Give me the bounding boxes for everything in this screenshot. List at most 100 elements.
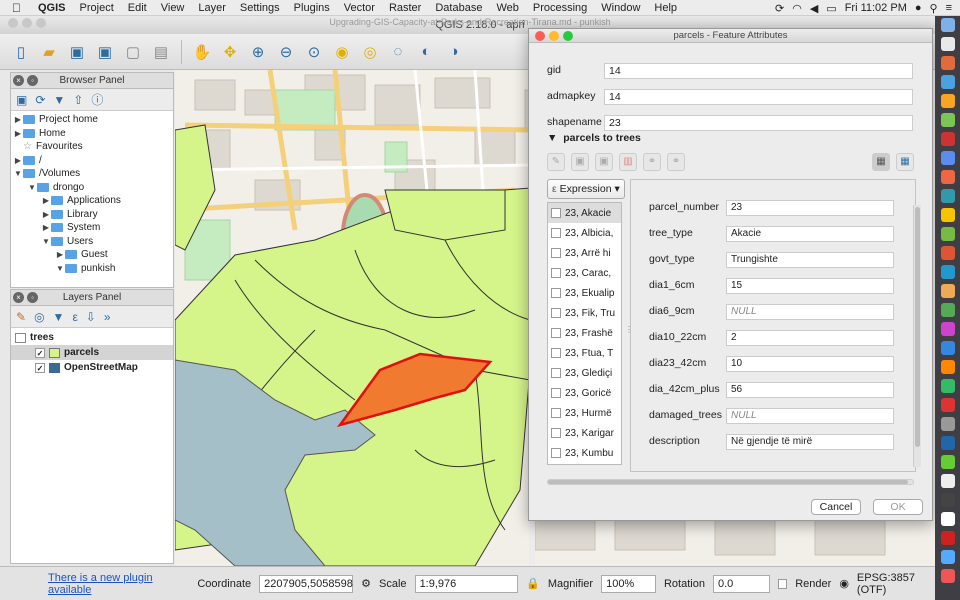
save-project-icon[interactable]: ▣ — [66, 41, 88, 63]
float-panel-icon[interactable]: ◦ — [27, 292, 38, 303]
expand-arrow-icon[interactable]: ▶ — [55, 248, 65, 262]
dock-app-icon[interactable] — [940, 18, 955, 32]
browser-item[interactable]: ▶ Guest — [13, 248, 173, 262]
relation-header[interactable]: ▼ parcels to trees — [547, 132, 641, 144]
record-list-item[interactable]: 23, Carac, — [548, 263, 621, 283]
record-checkbox[interactable] — [551, 328, 561, 338]
dock-app-icon[interactable] — [940, 113, 955, 127]
record-field-input[interactable]: Akacie — [726, 226, 894, 242]
zoom-icon[interactable] — [36, 18, 46, 28]
record-checkbox[interactable] — [551, 368, 561, 378]
dock-app-icon[interactable] — [940, 303, 955, 317]
crs-icon[interactable]: ◉ — [839, 577, 849, 590]
close-panel-icon[interactable]: × — [13, 75, 24, 86]
expand-arrow-icon[interactable]: ▼ — [55, 262, 65, 276]
add-layer-icon[interactable]: ▣ — [16, 93, 27, 107]
dock-app-icon[interactable] — [940, 132, 955, 146]
dock-app-icon[interactable] — [940, 189, 955, 203]
info-icon[interactable]: ⓘ — [91, 91, 103, 108]
refresh-icon[interactable]: ⟳ — [35, 93, 45, 107]
close-icon[interactable] — [535, 31, 545, 41]
record-list-item[interactable]: 23, Goricë — [548, 383, 621, 403]
record-list-item[interactable]: 23, Frashë — [548, 323, 621, 343]
expression-button[interactable]: ε Expression ▾ — [547, 179, 625, 199]
wifi-icon[interactable]: ◠ — [792, 2, 802, 15]
zoom-last-icon[interactable]: ◐ — [415, 41, 437, 63]
record-field-input[interactable]: NULL — [726, 408, 894, 424]
record-checkbox[interactable] — [551, 428, 561, 438]
browser-item[interactable]: ▼ punkish — [13, 262, 173, 276]
layer-item[interactable]: ✓ parcels — [11, 345, 173, 360]
new-print-composer-icon[interactable]: ▢ — [122, 41, 144, 63]
horizontal-scrollbar[interactable] — [547, 479, 914, 485]
record-checkbox[interactable] — [551, 308, 561, 318]
add-feature-icon[interactable]: ▣ — [595, 153, 613, 171]
splitter-handle[interactable]: ⋮ — [625, 325, 633, 335]
dock-app-icon[interactable] — [940, 246, 955, 260]
browser-item[interactable]: ▶ Project home — [13, 113, 173, 127]
collapse-icon[interactable]: ⇧ — [73, 93, 83, 107]
zoom-native-icon[interactable]: ⊙ — [303, 41, 325, 63]
link-icon[interactable]: ⚭ — [643, 153, 661, 171]
dock-app-icon[interactable] — [940, 75, 955, 89]
expand-all-icon[interactable]: ⇩ — [86, 310, 96, 324]
zoom-in-icon[interactable]: ⊕ — [247, 41, 269, 63]
menu-view[interactable]: View — [154, 2, 192, 14]
layer-item[interactable]: ✓ OpenStreetMap — [11, 360, 173, 375]
composer-manager-icon[interactable]: ▤ — [150, 41, 172, 63]
record-field-input[interactable]: 2 — [726, 330, 894, 346]
record-checkbox[interactable] — [551, 408, 561, 418]
dock-app-icon[interactable] — [940, 512, 955, 526]
browser-item[interactable]: ▼ Users — [13, 235, 173, 249]
menu-settings[interactable]: Settings — [233, 2, 287, 14]
record-field-input[interactable]: 23 — [726, 200, 894, 216]
menu-processing[interactable]: Processing — [526, 2, 594, 14]
layer-item[interactable]: trees — [11, 330, 173, 345]
dock-app-icon[interactable] — [940, 436, 955, 450]
record-list-item[interactable]: 23, Kumbu — [548, 443, 621, 463]
record-list-item[interactable]: 23, Karigar — [548, 423, 621, 443]
dock-app-icon[interactable] — [940, 398, 955, 412]
menu-list-icon[interactable]: ≡ — [946, 2, 952, 14]
expand-arrow-icon[interactable]: ▶ — [41, 221, 51, 235]
user-icon[interactable]: ● — [915, 2, 922, 14]
dock-app-icon[interactable] — [940, 265, 955, 279]
dock-app-icon[interactable] — [940, 379, 955, 393]
expand-arrow-icon[interactable]: ▼ — [13, 167, 23, 181]
menu-layer[interactable]: Layer — [191, 2, 233, 14]
menu-vector[interactable]: Vector — [337, 2, 382, 14]
dock-app-icon[interactable] — [940, 569, 955, 583]
unlink-icon[interactable]: ⚭ — [667, 153, 685, 171]
filter-legend-icon[interactable]: ▼ — [53, 310, 65, 324]
zoom-next-icon[interactable]: ◑ — [443, 41, 465, 63]
minimize-icon[interactable] — [549, 31, 559, 41]
dock-app-icon[interactable] — [940, 417, 955, 431]
browser-item[interactable]: ▶ / — [13, 154, 173, 168]
menu-project[interactable]: Project — [73, 2, 121, 14]
form-view-icon[interactable]: ▦ — [872, 153, 890, 171]
dock-app-icon[interactable] — [940, 227, 955, 241]
record-list-item[interactable]: 23, Ekualip — [548, 283, 621, 303]
browser-item[interactable]: ▼ drongo — [13, 181, 173, 195]
apple-icon[interactable]:  — [0, 1, 31, 15]
dock-app-icon[interactable] — [940, 455, 955, 469]
menu-help[interactable]: Help — [647, 2, 684, 14]
record-list-item[interactable]: 23, Arrë hi — [548, 243, 621, 263]
dock-app-icon[interactable] — [940, 493, 955, 507]
menu-raster[interactable]: Raster — [382, 2, 428, 14]
layer-visibility-checkbox[interactable]: ✓ — [35, 362, 45, 373]
dock-app-icon[interactable] — [940, 531, 955, 545]
field-input[interactable]: 14 — [604, 89, 913, 105]
expand-arrow-icon[interactable]: ▶ — [13, 154, 23, 168]
record-checkbox[interactable] — [551, 228, 561, 238]
expand-arrow-icon[interactable]: ▶ — [41, 194, 51, 208]
pan-icon[interactable]: ✋ — [191, 41, 213, 63]
expand-arrow-icon[interactable]: ▶ — [13, 113, 23, 127]
magnifier-field[interactable]: 100% — [601, 574, 656, 593]
record-checkbox[interactable] — [551, 388, 561, 398]
vertical-scrollbar[interactable] — [913, 205, 921, 467]
ok-button[interactable]: OK — [873, 499, 923, 515]
dock-app-icon[interactable] — [940, 322, 955, 336]
menu-edit[interactable]: Edit — [121, 2, 154, 14]
browser-item[interactable]: ▶ Applications — [13, 194, 173, 208]
